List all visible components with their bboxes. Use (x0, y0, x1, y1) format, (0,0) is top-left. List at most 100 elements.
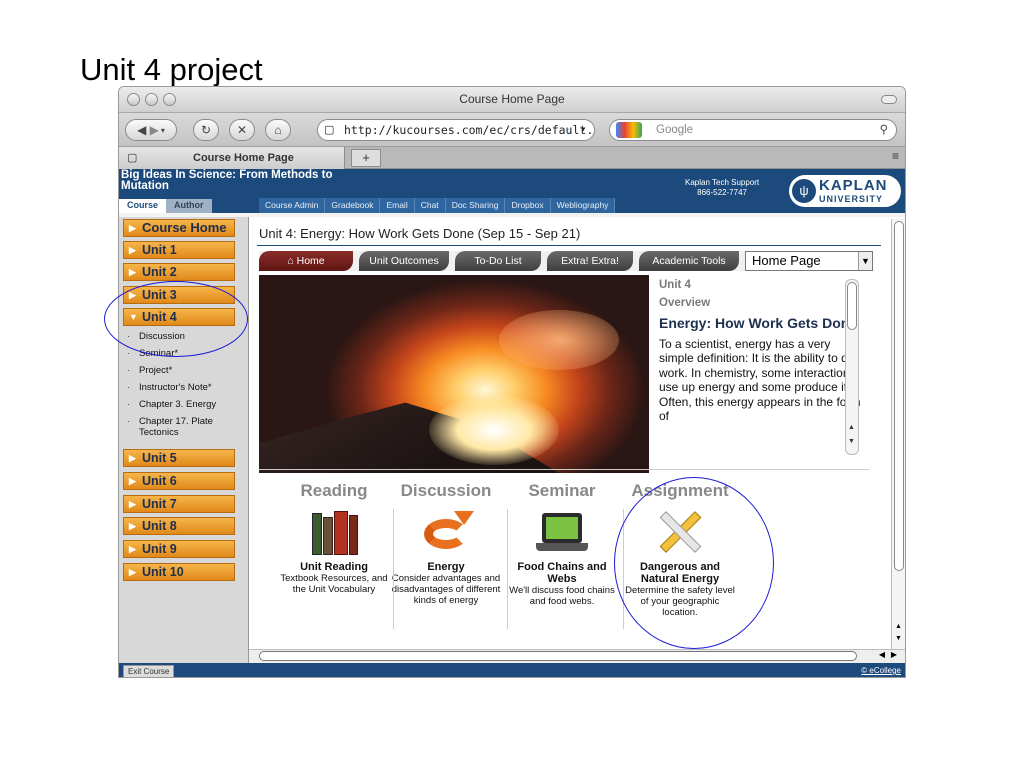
nav-gradebook[interactable]: Gradebook (325, 198, 381, 213)
scroll-down-icon[interactable]: ▼ (895, 635, 902, 642)
brand-sub: UNIVERSITY (819, 194, 884, 204)
books-icon (306, 509, 362, 555)
column-divider (393, 509, 394, 629)
hero-lava-image (259, 275, 649, 473)
sidebar-link-instructors-note[interactable]: · Instructor's Note* (127, 382, 245, 393)
sidebar-item-label: Unit 10 (142, 565, 184, 579)
annotation-circle-unit-4 (104, 281, 248, 357)
nav-doc-sharing[interactable]: Doc Sharing (446, 198, 506, 213)
content-horizontal-scrollbar[interactable]: ◀ ▶ (249, 649, 905, 663)
sidebar-link-chapter-3[interactable]: · Chapter 3. Energy (127, 399, 245, 410)
chevron-down-icon[interactable]: ▼ (858, 252, 872, 270)
bullet-icon: · (127, 365, 131, 376)
browser-window: Course Home Page ◀ ▶ ▾ ↻ ✕ ⌂ ▢ http://kuc… (118, 86, 906, 678)
back-arrow-icon[interactable]: ◀ (137, 123, 146, 137)
google-logo-icon (616, 122, 642, 138)
tab-course[interactable]: Course (119, 199, 167, 213)
sidebar-item-label: Course Home (142, 220, 227, 235)
scroll-left-icon[interactable]: ◀ (879, 650, 885, 659)
overview-unit: Unit 4 (659, 279, 691, 291)
overview-scrollbar[interactable]: ▲ ▼ (845, 279, 859, 455)
toolbar-toggle-button[interactable] (881, 95, 897, 104)
search-icon[interactable]: ⚲ (880, 120, 888, 140)
tab-to-do-list[interactable]: To-Do List (455, 251, 541, 271)
bullet-icon: · (127, 382, 131, 393)
tab-author[interactable]: Author (166, 199, 212, 213)
column-title: Energy (427, 561, 465, 573)
tab-academic-tools[interactable]: Academic Tools (639, 251, 739, 271)
reload-icon[interactable]: ↻ (193, 119, 219, 141)
sidebar-item-label: Unit 5 (142, 451, 177, 465)
new-tab-button[interactable]: + (351, 149, 381, 167)
arrow-right-icon: ▶ (129, 476, 136, 486)
overview-scroll-thumb[interactable] (847, 282, 857, 330)
arrow-right-icon: ▶ (129, 267, 136, 277)
column-description: Textbook Resources, and the Unit Vocabul… (280, 573, 388, 595)
sidebar-item-unit-5[interactable]: ▶ Unit 5 (123, 449, 235, 467)
column-divider (507, 509, 508, 629)
stop-icon[interactable]: ✕ (229, 119, 255, 141)
column-description: Consider advantages and disadvantages of… (391, 573, 501, 606)
lms-header: Big Ideas In Science: From Methods to Mu… (119, 169, 905, 213)
tab-label: Course Home Page (193, 152, 294, 164)
back-forward-buttons[interactable]: ◀ ▶ ▾ (125, 119, 177, 141)
seminar-column[interactable]: Seminar Food Chains and Webs We'll discu… (507, 481, 617, 607)
nav-webliography[interactable]: Webliography (551, 198, 616, 213)
tab-list-icon[interactable]: ≡ (892, 149, 899, 163)
vertical-scroll-thumb[interactable] (894, 221, 904, 571)
search-placeholder: Google (656, 124, 694, 136)
url-text: http://kucourses.com/ec/crs/default.l (344, 123, 595, 137)
sidebar-item-unit-2[interactable]: ▶ Unit 2 (123, 263, 235, 281)
sidebar-item-unit-1[interactable]: ▶ Unit 1 (123, 241, 235, 259)
search-field[interactable]: Google ⚲ (609, 119, 897, 141)
arrow-right-icon: ▶ (129, 245, 136, 255)
brand-name: KAPLAN (819, 177, 888, 194)
arrow-right-icon: ▶ (129, 521, 136, 531)
sidebar-item-unit-8[interactable]: ▶ Unit 8 (123, 517, 235, 535)
page-select-value: Home Page (752, 253, 821, 268)
sidebar-item-label: Unit 7 (142, 497, 177, 511)
discussion-column[interactable]: Discussion Energy Consider advantages an… (391, 481, 501, 606)
recycle-arrows-icon (418, 509, 474, 555)
tab-home[interactable]: ⌂ Home (259, 251, 353, 271)
sidebar-link-chapter-17[interactable]: · Chapter 17. Plate Tectonics (127, 416, 245, 438)
home-icon[interactable]: ⌂ (265, 119, 291, 141)
tab-extra-extra[interactable]: Extra! Extra! (547, 251, 633, 271)
scroll-up-icon[interactable]: ▲ (848, 424, 855, 431)
window-title: Course Home Page (459, 92, 565, 106)
nav-email[interactable]: Email (380, 198, 415, 213)
reading-column[interactable]: Reading Unit Reading Textbook Resources,… (279, 481, 389, 595)
forward-arrow-icon[interactable]: ▶ (150, 123, 159, 137)
url-dropdown-icon[interactable]: ▾ (581, 120, 586, 140)
sidebar-link-project[interactable]: · Project* (127, 365, 245, 376)
bookmark-star-icon[interactable]: ☆ (565, 120, 572, 140)
content-vertical-scrollbar[interactable]: ▲ ▼ (891, 219, 905, 649)
address-bar[interactable]: ▢ http://kucourses.com/ec/crs/default.l … (317, 119, 595, 141)
nav-dropbox[interactable]: Dropbox (505, 198, 551, 213)
exit-course-button[interactable]: Exit Course (123, 665, 175, 677)
scroll-right-icon[interactable]: ▶ (891, 650, 897, 659)
hero-ember (499, 310, 619, 370)
sidebar-item-label: Unit 9 (142, 542, 177, 556)
sidebar-item-course-home[interactable]: ▶ Course Home (123, 219, 235, 237)
column-title: Food Chains and Webs (517, 561, 607, 585)
laptop-icon (534, 509, 590, 555)
sidebar-item-unit-10[interactable]: ▶ Unit 10 (123, 563, 235, 581)
sidebar-item-unit-7[interactable]: ▶ Unit 7 (123, 495, 235, 513)
kaplan-logo: ψ KAPLAN UNIVERSITY (789, 175, 901, 207)
column-heading: Discussion (400, 481, 492, 500)
tab-unit-outcomes[interactable]: Unit Outcomes (359, 251, 449, 271)
horizontal-scroll-thumb[interactable] (259, 651, 857, 661)
scroll-up-icon[interactable]: ▲ (895, 623, 902, 630)
ecollege-link[interactable]: © eCollege (861, 666, 901, 675)
nav-course-admin[interactable]: Course Admin (259, 198, 326, 213)
page-select[interactable]: Home Page ▼ (745, 251, 873, 271)
tab-course-home[interactable]: ▢ Course Home Page (119, 147, 345, 169)
scroll-down-icon[interactable]: ▼ (848, 438, 855, 445)
support-phone: 866-522-7747 (697, 188, 747, 197)
sidebar-item-unit-6[interactable]: ▶ Unit 6 (123, 472, 235, 490)
nav-chat[interactable]: Chat (415, 198, 446, 213)
page-title: Unit 4: Energy: How Work Gets Done (Sep … (259, 226, 581, 241)
tech-support: Kaplan Tech Support 866-522-7747 (685, 178, 759, 198)
sidebar-item-unit-9[interactable]: ▶ Unit 9 (123, 540, 235, 558)
